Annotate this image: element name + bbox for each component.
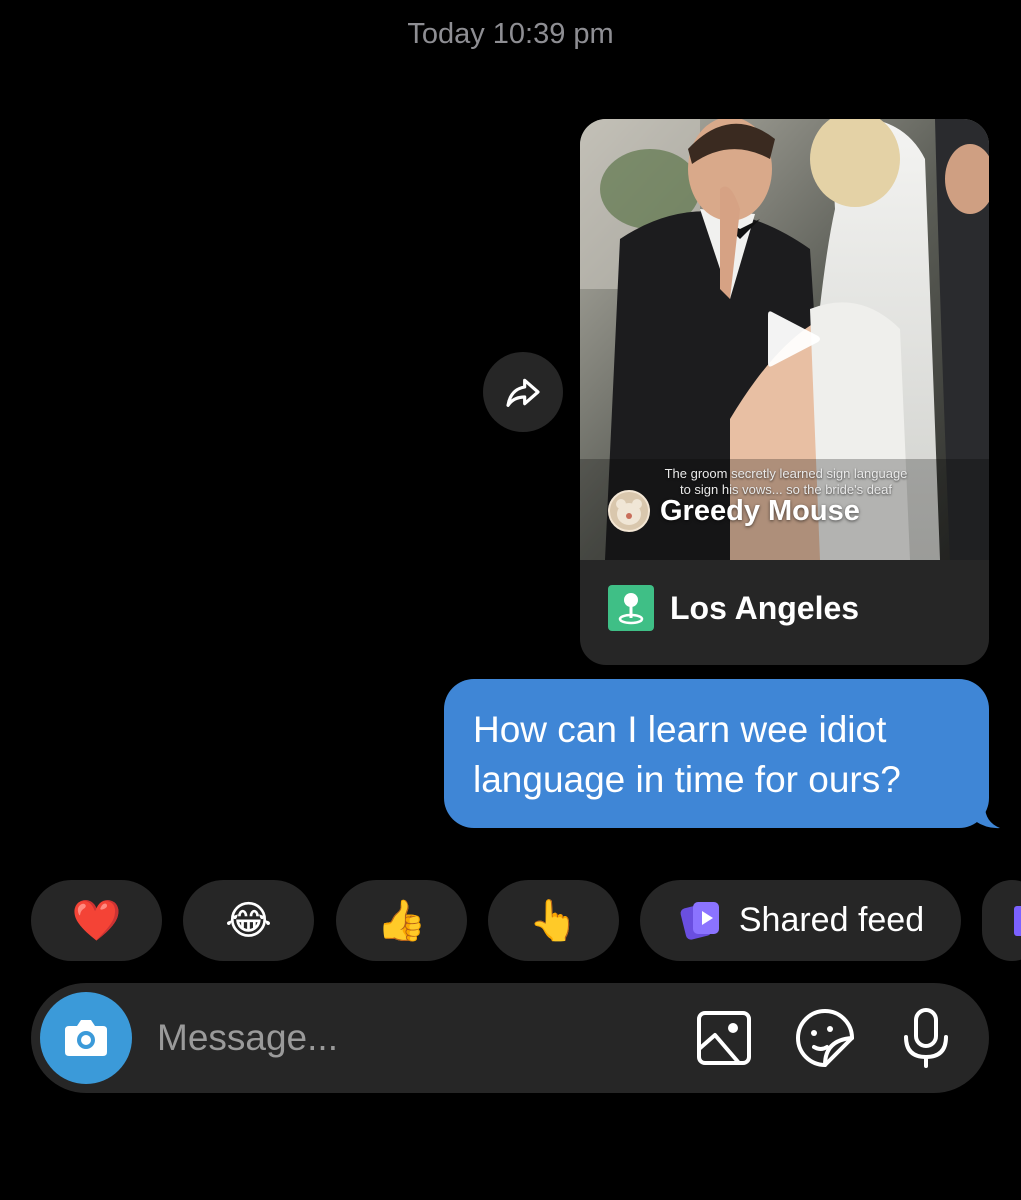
post-video-thumbnail[interactable]: The groom secretly learned sign language… (580, 119, 989, 560)
shared-post-card[interactable]: The groom secretly learned sign language… (580, 119, 989, 665)
thumbs-up-icon: 👍 (376, 897, 427, 944)
play-icon[interactable] (758, 304, 828, 374)
post-author[interactable]: Greedy Mouse (608, 490, 860, 532)
share-button[interactable] (483, 352, 563, 432)
pointing-hand-icon: 👆 (528, 897, 579, 944)
sticker-icon (796, 1009, 854, 1067)
message-bubble-tail (975, 806, 1000, 829)
gallery-icon (697, 1011, 751, 1065)
reaction-heart-button[interactable]: ❤️ (31, 880, 162, 961)
reaction-pointing-button[interactable]: 👆 (488, 880, 619, 961)
sticker-button[interactable] (794, 1007, 856, 1069)
author-avatar (608, 490, 650, 532)
reaction-laughing-button[interactable]: 😂 (183, 880, 314, 961)
author-name: Greedy Mouse (660, 494, 860, 527)
location-name: Los Angeles (670, 589, 860, 626)
message-input[interactable] (155, 1013, 659, 1063)
shared-feed-label: Shared feed (738, 901, 925, 939)
shared-feed-button[interactable]: Shared feed (640, 880, 961, 961)
location-tag[interactable]: Los Angeles (608, 585, 859, 631)
microphone-icon (904, 1008, 948, 1068)
camera-icon (65, 1020, 107, 1056)
location-pin-icon (608, 585, 654, 631)
video-caption-line: The groom secretly learned sign language (664, 466, 908, 481)
voice-message-button[interactable] (895, 1007, 957, 1069)
red-heart-icon: ❤️ (71, 897, 122, 944)
quick-reactions-bar: ❤️ 😂 👍 👆 Shared feed (0, 880, 1021, 961)
shared-feed-icon (680, 901, 719, 940)
camera-button[interactable] (40, 992, 132, 1084)
reaction-thumbs-up-button[interactable]: 👍 (336, 880, 467, 961)
gallery-button[interactable] (693, 1007, 755, 1069)
conversation-timestamp: Today 10:39 pm (407, 18, 614, 50)
purple-chip-icon (1014, 905, 1021, 936)
outgoing-message-bubble[interactable]: How can I learn wee idiot language in ti… (444, 679, 989, 828)
tears-of-joy-icon: 😂 (225, 897, 272, 944)
share-arrow-icon (506, 378, 540, 407)
message-composer (31, 983, 989, 1093)
more-reactions-chip[interactable] (982, 880, 1021, 961)
